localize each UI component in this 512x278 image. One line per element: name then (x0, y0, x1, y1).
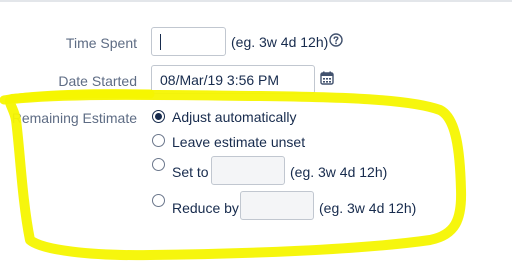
date-started-input[interactable]: 08/Mar/19 3:56 PM (151, 65, 315, 94)
set-to-hint: (eg. 3w 4d 12h) (290, 164, 388, 180)
time-spent-label: Time Spent (65, 35, 137, 51)
time-spent-input[interactable] (151, 27, 226, 56)
radio-leave-estimate-unset[interactable] (152, 134, 165, 147)
radio-selected-dot (155, 113, 162, 120)
top-divider (0, 0, 512, 2)
reduce-by-input[interactable] (240, 191, 314, 220)
option-leave-estimate-unset-label[interactable]: Leave estimate unset (172, 134, 305, 150)
set-to-input[interactable] (211, 156, 285, 185)
option-reduce-by-label[interactable]: Reduce by (172, 200, 239, 216)
reduce-by-hint: (eg. 3w 4d 12h) (319, 200, 417, 216)
radio-reduce-by[interactable] (152, 194, 165, 207)
date-started-label: Date Started (58, 73, 137, 89)
radio-adjust-automatically[interactable] (152, 110, 165, 123)
help-icon[interactable] (329, 33, 343, 47)
remaining-estimate-label: Remaining Estimate (11, 110, 137, 126)
date-started-value: 08/Mar/19 3:56 PM (160, 72, 280, 88)
calendar-icon[interactable] (320, 71, 334, 85)
time-spent-hint: (eg. 3w 4d 12h) (231, 34, 329, 50)
text-caret (160, 34, 161, 50)
option-set-to-label[interactable]: Set to (172, 164, 209, 180)
radio-set-to[interactable] (152, 158, 165, 171)
option-adjust-automatically-label[interactable]: Adjust automatically (172, 109, 297, 125)
